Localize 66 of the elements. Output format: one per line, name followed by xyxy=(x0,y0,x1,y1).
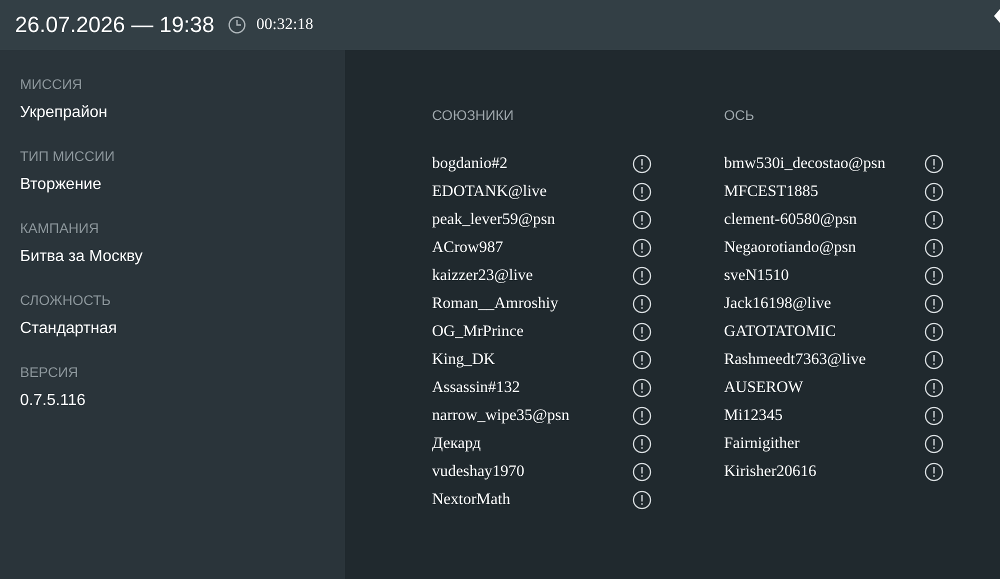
player-name: Negaorotiando@psn xyxy=(724,239,856,257)
player-name: Roman__Amroshiy xyxy=(432,295,558,313)
alert-icon[interactable] xyxy=(924,294,944,314)
detail-label: МИССИЯ xyxy=(20,76,84,92)
alert-icon[interactable] xyxy=(924,238,944,258)
clock-icon xyxy=(228,16,246,34)
player-name: sveN1510 xyxy=(724,267,789,285)
detail-value: Укрепрайон xyxy=(20,104,108,122)
team-title: СОЮЗНИКИ xyxy=(432,107,515,123)
player-name: clement-60580@psn xyxy=(724,211,857,229)
alert-icon[interactable] xyxy=(632,294,652,314)
detail-value: Стандартная xyxy=(20,320,118,338)
team-title: ОСЬ xyxy=(724,107,756,123)
player-name: narrow_wipe35@psn xyxy=(432,407,570,425)
player-name: MFCEST1885 xyxy=(724,183,818,201)
player-name: Rashmeedt7363@live xyxy=(724,351,866,369)
alert-icon[interactable] xyxy=(924,322,944,342)
detail-value: Вторжение xyxy=(20,176,102,194)
alert-icon[interactable] xyxy=(632,490,652,510)
detail-label: КАМПАНИЯ xyxy=(20,220,100,236)
duration: 00:32:18 xyxy=(256,16,314,34)
player-name: Jack16198@live xyxy=(724,295,832,313)
alert-icon[interactable] xyxy=(632,322,652,342)
detail-value: 0.7.5.116 xyxy=(20,392,87,410)
alert-icon[interactable] xyxy=(632,462,652,482)
detail-value: Битва за Москву xyxy=(20,248,144,266)
alert-icon[interactable] xyxy=(632,406,652,426)
alert-icon[interactable] xyxy=(632,378,652,398)
player-name: NextorMath xyxy=(432,491,510,509)
player-name: vudeshay1970 xyxy=(432,463,524,481)
alert-icon[interactable] xyxy=(924,154,944,174)
player-name: peak_lever59@psn xyxy=(432,211,556,229)
alert-icon[interactable] xyxy=(924,434,944,454)
player-name: bmw530i_decostao@psn xyxy=(724,155,886,173)
alert-icon[interactable] xyxy=(632,350,652,370)
alert-icon[interactable] xyxy=(924,406,944,426)
detail-label: СЛОЖНОСТЬ xyxy=(20,292,112,308)
player-name: Assassin#132 xyxy=(432,379,520,397)
player-name: bogdanio#2 xyxy=(432,155,508,173)
edge-icon[interactable] xyxy=(994,9,1000,23)
detail-label: ВЕРСИЯ xyxy=(20,364,80,380)
player-name: Декард xyxy=(432,435,481,453)
alert-icon[interactable] xyxy=(924,210,944,230)
player-name: Kirisher20616 xyxy=(724,463,816,481)
date-time: 26.07.2026 — 19:38 xyxy=(15,12,214,38)
alert-icon[interactable] xyxy=(632,210,652,230)
player-name: King_DK xyxy=(432,351,496,369)
alert-icon[interactable] xyxy=(924,462,944,482)
player-name: OG_MrPrince xyxy=(432,323,524,341)
detail-label: ТИП МИССИИ xyxy=(20,148,116,164)
alert-icon[interactable] xyxy=(632,434,652,454)
alert-icon[interactable] xyxy=(924,350,944,370)
player-name: EDOTANK@live xyxy=(432,183,547,201)
player-name: ACrow987 xyxy=(432,239,504,257)
alert-icon[interactable] xyxy=(924,182,944,202)
alert-icon[interactable] xyxy=(632,266,652,286)
player-name: kaizzer23@live xyxy=(432,267,533,285)
alert-icon[interactable] xyxy=(632,154,652,174)
alert-icon[interactable] xyxy=(632,238,652,258)
alert-icon[interactable] xyxy=(632,182,652,202)
player-name: GATOTATOMIC xyxy=(724,323,836,341)
player-name: Fairnigither xyxy=(724,435,800,453)
alert-icon[interactable] xyxy=(924,378,944,398)
player-name: Mi12345 xyxy=(724,407,783,425)
player-name: AUSEROW xyxy=(724,379,804,397)
alert-icon[interactable] xyxy=(924,266,944,286)
